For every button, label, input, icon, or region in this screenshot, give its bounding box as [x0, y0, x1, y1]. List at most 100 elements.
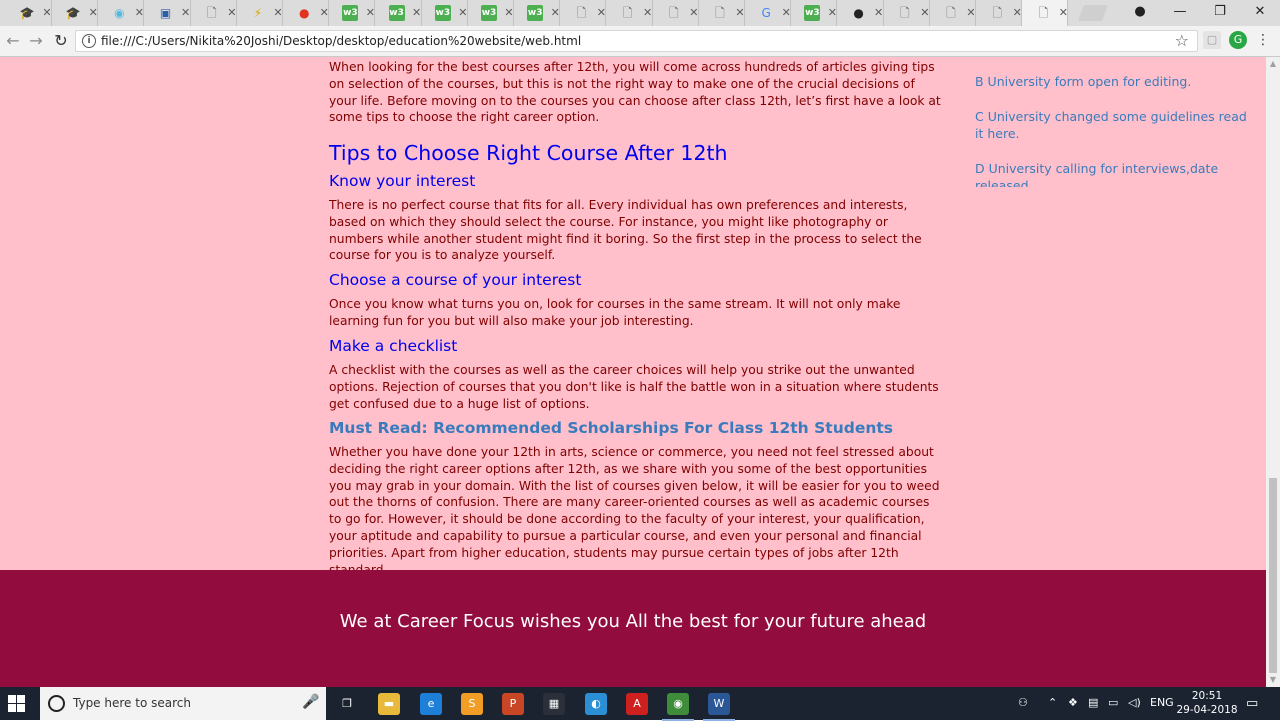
- browser-tab[interactable]: ◉ ✕: [98, 0, 145, 26]
- tab-close-icon[interactable]: ✕: [364, 5, 376, 21]
- bookmark-star-icon[interactable]: ☆: [1175, 31, 1189, 50]
- w3schools-icon: w3: [388, 5, 405, 21]
- tab-close-icon[interactable]: ✕: [595, 5, 607, 21]
- minimize-icon[interactable]: —: [1165, 2, 1195, 22]
- tab-close-icon[interactable]: ✕: [873, 5, 885, 21]
- tab-close-icon[interactable]: ✕: [411, 5, 423, 21]
- browser-tab[interactable]: w3 ✕: [376, 0, 422, 26]
- dropbox-icon[interactable]: ❖: [1068, 696, 1078, 709]
- tab-close-icon[interactable]: ✕: [41, 5, 53, 21]
- tab-close-icon[interactable]: ✕: [226, 5, 238, 21]
- tab-close-icon[interactable]: ✕: [503, 5, 515, 21]
- microphone-icon[interactable]: 🎤: [302, 694, 319, 710]
- search-placeholder[interactable]: Type here to search: [73, 696, 191, 710]
- people-icon[interactable]: ⚇: [1018, 696, 1028, 709]
- news-link[interactable]: D University calling for interviews,date…: [975, 160, 1250, 187]
- browser-tab[interactable]: ⚡ ✕: [237, 0, 283, 26]
- reload-icon[interactable]: ↻: [52, 32, 70, 50]
- sublime-text-icon[interactable]: S: [461, 693, 483, 715]
- graduation-cap-icon: 🎓: [19, 6, 35, 20]
- browser-tab[interactable]: ● ✕: [283, 0, 330, 26]
- maximize-icon[interactable]: ❐: [1205, 2, 1235, 22]
- browser-tab[interactable]: w3 ✕: [514, 0, 561, 26]
- url-text[interactable]: file:///C:/Users/Nikita%20Joshi/Desktop/…: [101, 34, 581, 48]
- cortana-icon[interactable]: [48, 695, 65, 712]
- browser-tab[interactable]: 🗋 ✕: [191, 0, 237, 26]
- browser-tab[interactable]: G ✕: [745, 0, 792, 26]
- clock[interactable]: 20:51 29-04-2018: [1172, 689, 1242, 717]
- browser-tab[interactable]: 🗋 ✕: [607, 0, 653, 26]
- browser-tab[interactable]: 🗋 ✕: [699, 0, 745, 26]
- news-link[interactable]: C University changed some guidelines rea…: [975, 108, 1250, 142]
- browser-tab[interactable]: 🗋 ✕: [1022, 0, 1069, 28]
- edge-icon[interactable]: e: [420, 693, 442, 715]
- scroll-down-icon[interactable]: ▼: [1266, 673, 1280, 687]
- tab-close-icon[interactable]: ✕: [688, 5, 700, 21]
- news-link[interactable]: B University form open for editing.: [975, 73, 1250, 90]
- browser-tab[interactable]: 🗋 ✕: [560, 0, 607, 26]
- tab-close-icon[interactable]: ✕: [87, 5, 99, 21]
- acrobat-icon[interactable]: A: [626, 693, 648, 715]
- bolt-icon: ⚡: [253, 6, 263, 20]
- tab-close-icon[interactable]: ✕: [180, 5, 192, 21]
- browser-tab[interactable]: 🗋 ✕: [976, 0, 1023, 26]
- task-view-icon[interactable]: ❐: [336, 693, 358, 715]
- info-icon[interactable]: i: [82, 34, 96, 48]
- tab-close-icon[interactable]: ✕: [734, 5, 746, 21]
- browser-tab[interactable]: ▣ ✕: [145, 0, 191, 26]
- address-bar[interactable]: i file:///C:/Users/Nikita%20Joshi/Deskto…: [75, 30, 1198, 52]
- section-paragraph: There is no perfect course that fits for…: [329, 198, 922, 263]
- scrollbar-thumb[interactable]: [1269, 478, 1277, 673]
- store-icon[interactable]: ▦: [543, 693, 565, 715]
- tab-close-icon[interactable]: ✕: [457, 5, 469, 21]
- tab-close-icon[interactable]: ✕: [1057, 5, 1069, 21]
- browser-tab[interactable]: 🗋 ✕: [930, 0, 976, 26]
- browser-tab[interactable]: 🗋 ✕: [884, 0, 930, 26]
- language-indicator[interactable]: ENG: [1150, 696, 1174, 709]
- tab-close-icon[interactable]: ✕: [965, 5, 977, 21]
- tab-close-icon[interactable]: ✕: [1011, 5, 1023, 21]
- file-explorer-icon[interactable]: ▬: [378, 693, 400, 715]
- scroll-up-icon[interactable]: ▲: [1266, 57, 1280, 71]
- chrome-icon[interactable]: ◉: [662, 693, 694, 721]
- word-icon[interactable]: W: [703, 693, 735, 721]
- browser-tab[interactable]: w3 ✕: [468, 0, 514, 26]
- browser-tab[interactable]: w3 ✕: [329, 0, 376, 26]
- menu-icon[interactable]: ⋮: [1254, 31, 1272, 49]
- chevron-up-icon[interactable]: ⌃: [1048, 696, 1057, 709]
- new-tab-button[interactable]: [1078, 5, 1108, 21]
- tab-close-icon[interactable]: ✕: [642, 5, 654, 21]
- vertical-scrollbar[interactable]: ▲ ▼: [1266, 57, 1280, 687]
- volume-icon[interactable]: ◁): [1128, 696, 1141, 709]
- extension-icon[interactable]: ▢: [1203, 31, 1221, 49]
- close-window-icon[interactable]: ✕: [1245, 2, 1275, 22]
- tab-close-icon[interactable]: ✕: [133, 5, 145, 21]
- profile-icon[interactable]: ●: [1125, 2, 1155, 22]
- footer-message: We at Career Focus wishes you All the be…: [339, 611, 927, 632]
- must-read-heading[interactable]: Must Read: Recommended Scholarships For …: [329, 418, 893, 438]
- battery-icon[interactable]: ▭: [1108, 696, 1118, 709]
- powerpoint-icon[interactable]: P: [502, 693, 524, 715]
- grammarly-icon[interactable]: G: [1229, 31, 1247, 49]
- browser-tab[interactable]: w3 ✕: [791, 0, 838, 26]
- back-icon[interactable]: ←: [4, 32, 22, 50]
- network-icon[interactable]: ▤: [1088, 696, 1098, 709]
- tab-close-icon[interactable]: ✕: [780, 5, 792, 21]
- browser-tab[interactable]: w3 ✕: [422, 0, 468, 26]
- tab-close-icon[interactable]: ✕: [272, 5, 284, 21]
- tab-close-icon[interactable]: ✕: [318, 5, 330, 21]
- tab-close-icon[interactable]: ✕: [919, 5, 931, 21]
- notifications-icon[interactable]: ▭: [1246, 696, 1258, 711]
- section-paragraph: Once you know what turns you on, look fo…: [329, 297, 901, 328]
- tab-close-icon[interactable]: ✕: [826, 5, 838, 21]
- forward-icon[interactable]: →: [27, 32, 45, 50]
- browser-icon[interactable]: ◐: [585, 693, 607, 715]
- browser-tab[interactable]: 🎓 ✕: [52, 0, 99, 26]
- browser-tab[interactable]: 🎓 ✕: [6, 0, 52, 26]
- browser-tab[interactable]: 🗋 ✕: [653, 0, 699, 26]
- taskbar-search[interactable]: Type here to search 🎤: [40, 687, 326, 720]
- tab-close-icon[interactable]: ✕: [549, 5, 561, 21]
- google-icon: G: [761, 6, 771, 20]
- windows-start-icon[interactable]: [8, 695, 26, 713]
- browser-tab[interactable]: ● ✕: [838, 0, 884, 26]
